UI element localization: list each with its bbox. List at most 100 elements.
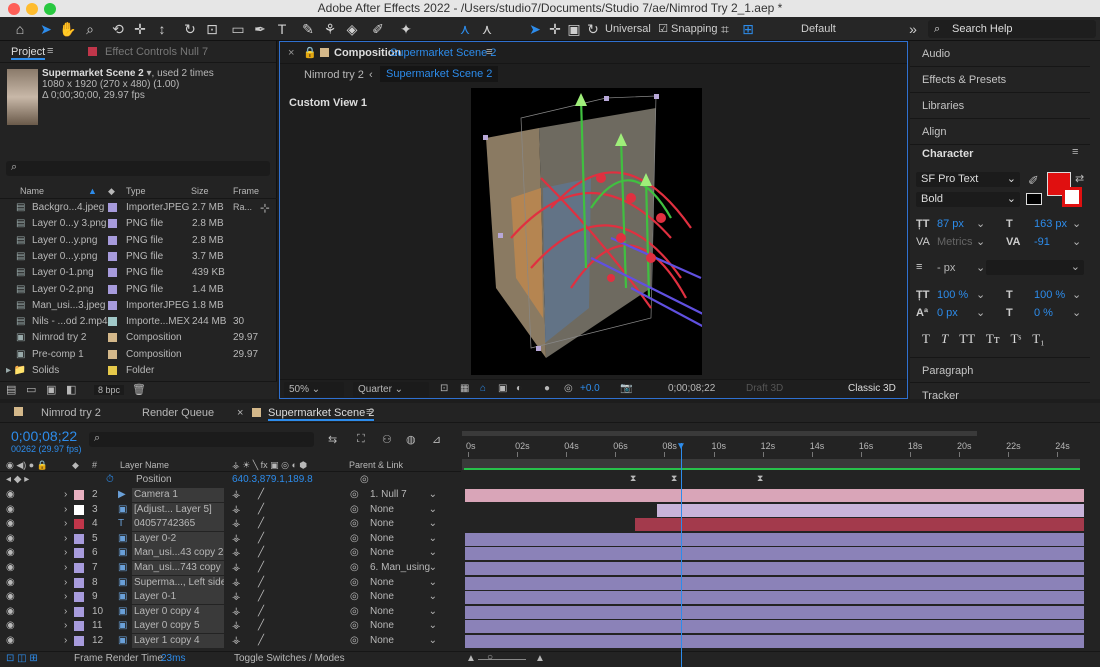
snap-options-icon[interactable]: ⌗ bbox=[715, 20, 735, 38]
close-window-button[interactable] bbox=[8, 3, 20, 15]
layer-label-swatch[interactable] bbox=[74, 636, 84, 646]
universal-scale-icon[interactable]: ▣ bbox=[564, 20, 584, 38]
project-file-row[interactable]: ▤ Man_usi...3.jpeg ImporterJPEG 1.8 MB bbox=[0, 298, 277, 314]
tab-supermarket[interactable]: Supermarket Scene 2 bbox=[268, 407, 375, 421]
chevron-down-icon[interactable]: ⌄ bbox=[1072, 306, 1081, 319]
eye-icon[interactable]: ◉ bbox=[6, 517, 15, 531]
zoom-slider-thumb[interactable]: ○ bbox=[487, 651, 493, 665]
stopwatch-icon[interactable]: ⏱ bbox=[106, 473, 114, 487]
eye-icon[interactable]: ◉ bbox=[6, 619, 15, 633]
comp-panel-name[interactable]: Supermarket Scene 2 bbox=[390, 47, 496, 59]
shy-switch-icon[interactable]: ⚶ bbox=[232, 619, 241, 633]
type-tool-icon[interactable]: T bbox=[272, 20, 292, 38]
shy-switch-icon[interactable]: ⚶ bbox=[232, 590, 241, 604]
project-file-row[interactable]: ▤ Layer 0-2.png PNG file 1.4 MB bbox=[0, 282, 277, 298]
pickwhip-icon[interactable]: ◎ bbox=[350, 517, 359, 531]
dolly-camera-icon[interactable]: ↕ bbox=[152, 20, 172, 38]
close-tab-icon[interactable]: × bbox=[237, 407, 243, 419]
layer-label-swatch[interactable] bbox=[74, 606, 84, 617]
expand-chevron-icon[interactable]: › bbox=[64, 576, 67, 590]
zoom-dropdown[interactable]: 50% ⌄ bbox=[284, 382, 344, 397]
pickwhip-icon[interactable]: ◎ bbox=[350, 503, 359, 517]
layer-name-col[interactable]: Layer Name bbox=[120, 458, 169, 472]
shy-switch-icon[interactable]: ⚶ bbox=[232, 561, 241, 575]
selection-tool-icon[interactable]: ➤ bbox=[36, 20, 56, 38]
quality-switch-icon[interactable]: ╱ bbox=[258, 619, 264, 633]
layer-row[interactable]: ◉ › 12 ▣ Layer 1 copy 4 ⚶ ╱ ◎ None ⌄ bbox=[0, 634, 1100, 649]
col-type[interactable]: Type bbox=[126, 183, 146, 199]
snapping-label[interactable]: Snapping bbox=[671, 21, 718, 37]
expand-chevron-icon[interactable]: › bbox=[64, 619, 67, 633]
pickwhip-icon[interactable]: ◎ bbox=[350, 561, 359, 575]
label-column-icon[interactable]: ◆ bbox=[108, 183, 115, 199]
zoom-out-icon[interactable]: ▲ bbox=[466, 652, 476, 666]
eye-icon[interactable]: ◉ bbox=[6, 634, 15, 648]
expand-chevron-icon[interactable]: › bbox=[64, 503, 67, 517]
universal-move-icon[interactable]: ✛ bbox=[545, 20, 565, 38]
chevron-down-icon[interactable]: ⌄ bbox=[1072, 288, 1081, 301]
quality-switch-icon[interactable]: ╱ bbox=[258, 605, 264, 619]
universal-select-icon[interactable]: ➤ bbox=[525, 20, 545, 38]
layer-name[interactable]: Layer 1 copy 4 bbox=[132, 634, 224, 648]
trash-icon[interactable]: 🗑 bbox=[132, 383, 146, 396]
pickwhip-icon[interactable]: ◎ bbox=[350, 532, 359, 546]
layer-duration-bar[interactable] bbox=[465, 605, 1084, 619]
black-swatch[interactable] bbox=[1026, 193, 1042, 205]
breadcrumb-nimrod[interactable]: Nimrod try 2 bbox=[304, 69, 364, 81]
eye-icon[interactable]: ◉ bbox=[6, 488, 15, 502]
toggle-switches-modes[interactable]: Toggle Switches / Modes bbox=[234, 652, 345, 666]
quality-switch-icon[interactable]: ╱ bbox=[258, 634, 264, 648]
expression-pickwhip-icon[interactable]: ◎ bbox=[360, 473, 369, 487]
eye-icon[interactable]: ◉ bbox=[6, 590, 15, 604]
zoom-in-icon[interactable]: ▲ bbox=[535, 652, 545, 666]
eye-icon[interactable]: ◉ bbox=[6, 561, 15, 575]
layer-name[interactable]: Man_usi...743 copy bbox=[132, 561, 224, 575]
col-size[interactable]: Size bbox=[191, 183, 209, 199]
axis-world-icon[interactable]: ⋏ bbox=[477, 20, 497, 38]
expand-chevron-icon[interactable]: › bbox=[64, 532, 67, 546]
new-comp-icon[interactable]: ▣ bbox=[46, 383, 56, 396]
snapping-checkbox[interactable]: ☑ bbox=[653, 20, 673, 38]
snap-target-icon[interactable]: ⊞ bbox=[738, 20, 758, 38]
quality-switch-icon[interactable]: ╱ bbox=[258, 488, 264, 502]
project-menu-icon[interactable]: ≡ bbox=[47, 45, 53, 57]
layer-name[interactable]: Superma..., Left side bbox=[132, 575, 224, 590]
paragraph-panel[interactable]: Paragraph bbox=[910, 357, 1090, 383]
expand-chevron-icon[interactable]: › bbox=[64, 517, 67, 531]
font-family-dropdown[interactable]: SF Pro Text ⌄ bbox=[916, 172, 1020, 187]
item-dropdown-icon[interactable]: ▾ bbox=[144, 68, 151, 79]
layer-name[interactable]: Camera 1 bbox=[132, 488, 224, 502]
pan-camera-icon[interactable]: ✛ bbox=[130, 20, 150, 38]
quality-switch-icon[interactable]: ╱ bbox=[258, 517, 264, 531]
pickwhip-icon[interactable]: ◎ bbox=[350, 619, 359, 633]
stroke-width-value[interactable]: - px bbox=[937, 262, 955, 274]
shy-switch-icon[interactable]: ⚶ bbox=[232, 517, 241, 531]
project-tab[interactable]: Project bbox=[11, 46, 46, 60]
layer-duration-bar[interactable] bbox=[657, 503, 1084, 517]
exposure-value[interactable]: +0.0 bbox=[580, 380, 600, 398]
breadcrumb-supermarket[interactable]: Supermarket Scene 2 bbox=[380, 66, 499, 82]
comp-mini-flowchart-icon[interactable]: ⇆ bbox=[328, 433, 337, 446]
pickwhip-icon[interactable]: ◎ bbox=[350, 605, 359, 619]
chevron-down-icon[interactable]: ⌄ bbox=[976, 306, 985, 319]
pickwhip-icon[interactable]: ◎ bbox=[350, 634, 359, 648]
keyframe-marker-1[interactable]: ⧗ bbox=[630, 473, 636, 484]
roto-brush-icon[interactable]: ✐ bbox=[368, 20, 388, 38]
quality-switch-icon[interactable]: ╱ bbox=[258, 576, 264, 590]
tab-nimrod[interactable]: Nimrod try 2 bbox=[41, 407, 101, 419]
character-panel-title[interactable]: Character bbox=[910, 141, 1090, 167]
zoom-window-button[interactable] bbox=[44, 3, 56, 15]
transparency-grid-icon[interactable]: ▦ bbox=[460, 380, 469, 398]
layer-name[interactable]: Layer 0-2 bbox=[132, 531, 224, 546]
layer-name[interactable]: Layer 0 copy 5 bbox=[132, 619, 224, 634]
playhead-handle[interactable]: ▼ bbox=[676, 441, 686, 452]
eye-icon[interactable]: ◉ bbox=[6, 576, 15, 590]
grid-guides-icon[interactable]: ▣ bbox=[498, 380, 507, 398]
layer-row[interactable]: ◉ › 9 ▣ Layer 0-1 ⚶ ╱ ◎ None ⌄ bbox=[0, 590, 1100, 605]
layer-duration-bar[interactable] bbox=[465, 620, 1084, 634]
pickwhip-icon[interactable]: ◎ bbox=[350, 576, 359, 590]
motion-blur-icon[interactable]: ◍ bbox=[406, 433, 416, 446]
chevron-down-icon[interactable]: ⌄ bbox=[1072, 235, 1081, 248]
expand-chevron-icon[interactable]: › bbox=[64, 488, 67, 502]
footer-timecode[interactable]: 0;00;08;22 bbox=[668, 380, 715, 398]
